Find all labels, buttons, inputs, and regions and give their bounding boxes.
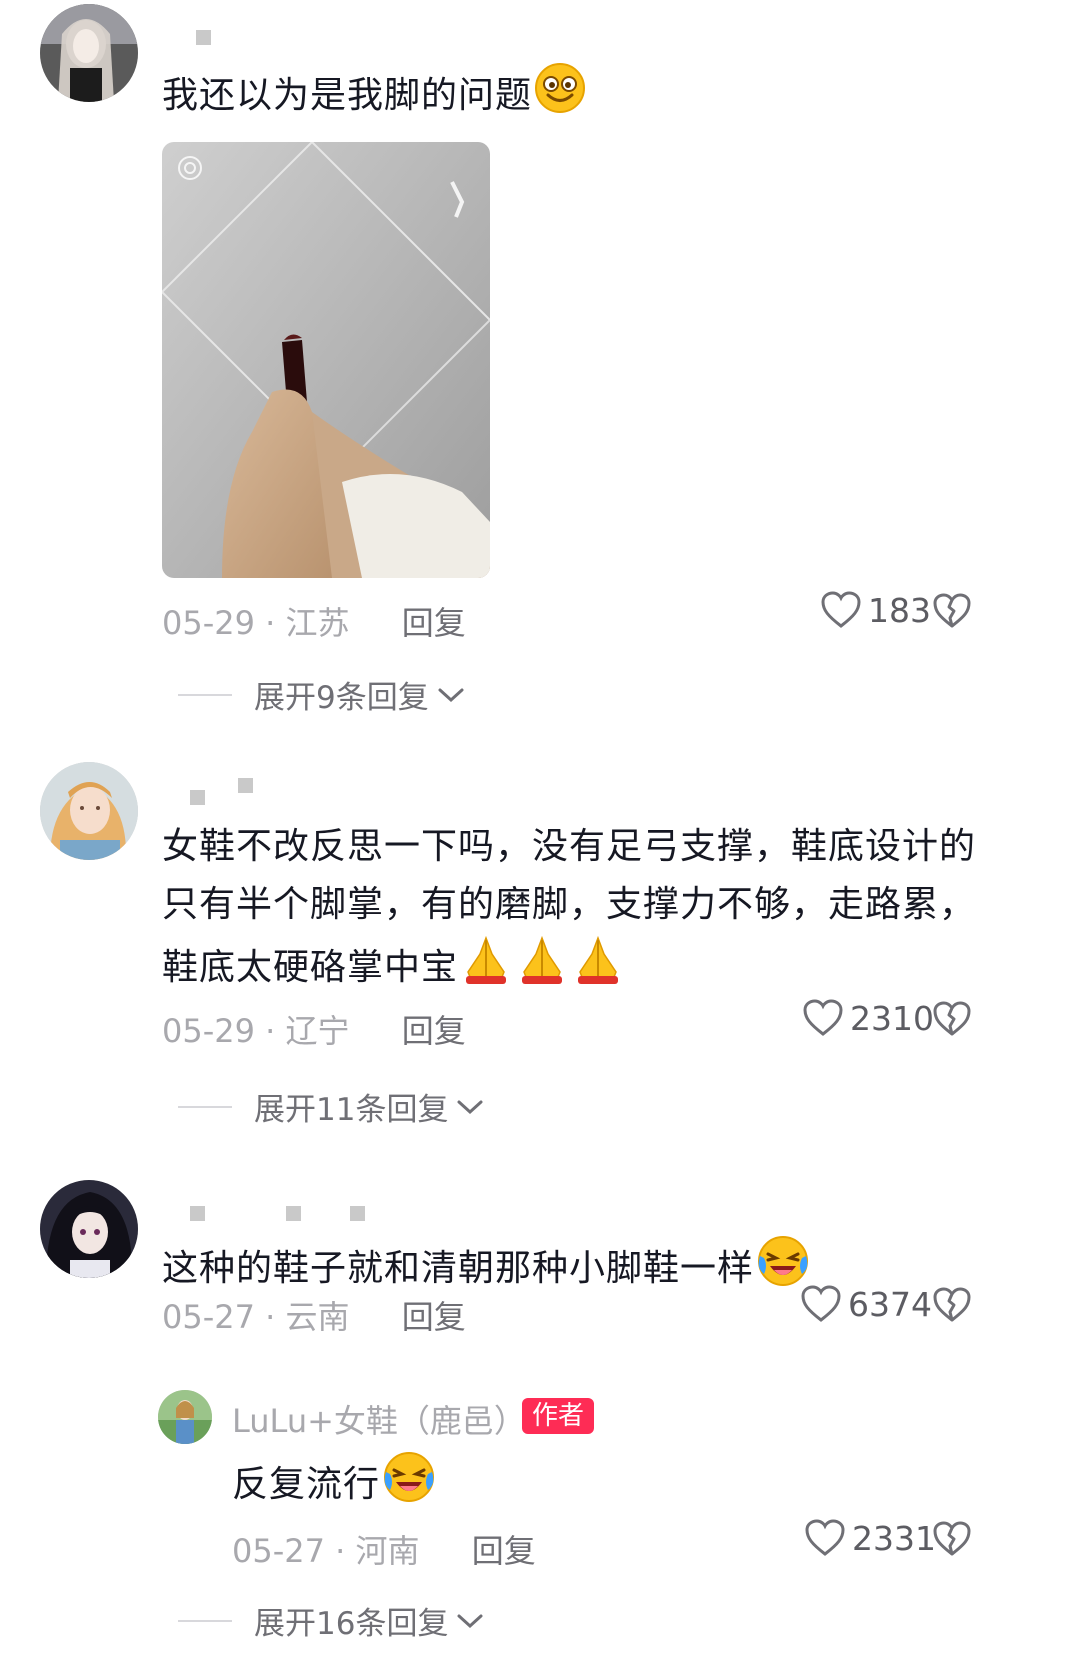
avatar[interactable] [40,1180,138,1278]
comment-meta: 05-29 · 辽宁 回复 [162,1006,466,1052]
expand-label: 展开16条回复 [254,1606,449,1642]
separator: · [324,1532,356,1570]
comment-date: 05-29 [162,1012,255,1050]
broken-heart-icon [933,1001,971,1036]
comment-date: 05-27 [162,1298,255,1336]
expand-label: 展开11条回复 [254,1092,449,1128]
chevron-down-icon [457,1100,483,1114]
dislike-button[interactable] [932,592,972,634]
laughing-tears-emoji-icon [382,1450,436,1522]
chevron-down-icon [438,688,464,702]
expand-label: 展开9条回复 [254,680,429,716]
avatar[interactable] [40,4,138,102]
broken-heart-icon [933,1287,971,1322]
separator: · [254,604,286,642]
smile-emoji-icon [534,62,586,132]
author-badge: 作者 [522,1398,595,1434]
reply-location: 河南 [355,1532,420,1570]
comment-text: 我还以为是我脚的问题 [162,62,586,132]
reply-button[interactable]: 回复 [402,1298,466,1336]
comment-photo[interactable] [162,142,490,578]
separator: · [254,1298,286,1336]
comment-text-line: 女鞋不改反思一下吗，没有足弓支撑，鞋底设计的 [162,826,977,867]
chevron-down-icon [457,1614,483,1628]
divider-line [178,693,232,696]
like-button[interactable]: 2310 [802,998,934,1038]
praying-hands-emoji-icon [460,934,628,1004]
reply-button[interactable]: 回复 [402,604,466,642]
heart-icon [803,999,843,1036]
like-count: 183 [868,590,931,630]
reply-button[interactable]: 回复 [472,1532,536,1570]
like-button[interactable]: 2331 [804,1518,936,1558]
like-count: 2310 [850,998,934,1038]
author-avatar[interactable] [158,1390,212,1444]
heart-icon [821,591,861,628]
author-name[interactable]: LuLu+女鞋（鹿邑） [232,1396,526,1442]
divider-line [178,1105,232,1108]
reply-date: 05-27 [232,1532,325,1570]
dislike-button[interactable] [932,1000,972,1042]
dislike-button[interactable] [932,1286,972,1328]
expand-replies-button[interactable]: 展开11条回复 [178,1084,484,1129]
separator: · [254,1012,286,1050]
comment-meta: 05-27 · 云南 回复 [162,1292,466,1338]
expand-replies-button[interactable]: 展开16条回复 [178,1598,484,1643]
reply-meta: 05-27 · 河南 回复 [232,1526,536,1572]
avatar[interactable] [40,762,138,860]
dislike-button[interactable] [932,1520,972,1562]
expand-replies-button[interactable]: 展开9条回复 [178,672,465,717]
like-count: 2331 [852,1518,936,1558]
comment-text-line: 鞋底太硬硌掌中宝 [162,947,459,988]
comment-text-line: 只有半个脚掌，有的磨脚，支撑力不够，走路累， [162,884,977,925]
divider-line [178,1619,232,1622]
like-count: 6374 [848,1284,932,1324]
comment-location: 云南 [285,1298,350,1336]
comment-location: 江苏 [285,604,350,642]
broken-heart-icon [933,593,971,628]
comment-date: 05-29 [162,604,255,642]
comment-text: 女鞋不改反思一下吗，没有足弓支撑，鞋底设计的 只有半个脚掌，有的磨脚，支撑力不够… [162,818,976,1004]
heart-icon [801,1285,841,1322]
heart-icon [805,1519,845,1556]
comment-meta: 05-29 · 江苏 回复 [162,598,466,644]
broken-heart-icon [933,1521,971,1556]
like-button[interactable]: 183 [820,590,931,630]
reply-text: 反复流行 [232,1450,436,1522]
reply-button[interactable]: 回复 [402,1012,466,1050]
comment-location: 辽宁 [285,1012,350,1050]
like-button[interactable]: 6374 [800,1284,932,1324]
